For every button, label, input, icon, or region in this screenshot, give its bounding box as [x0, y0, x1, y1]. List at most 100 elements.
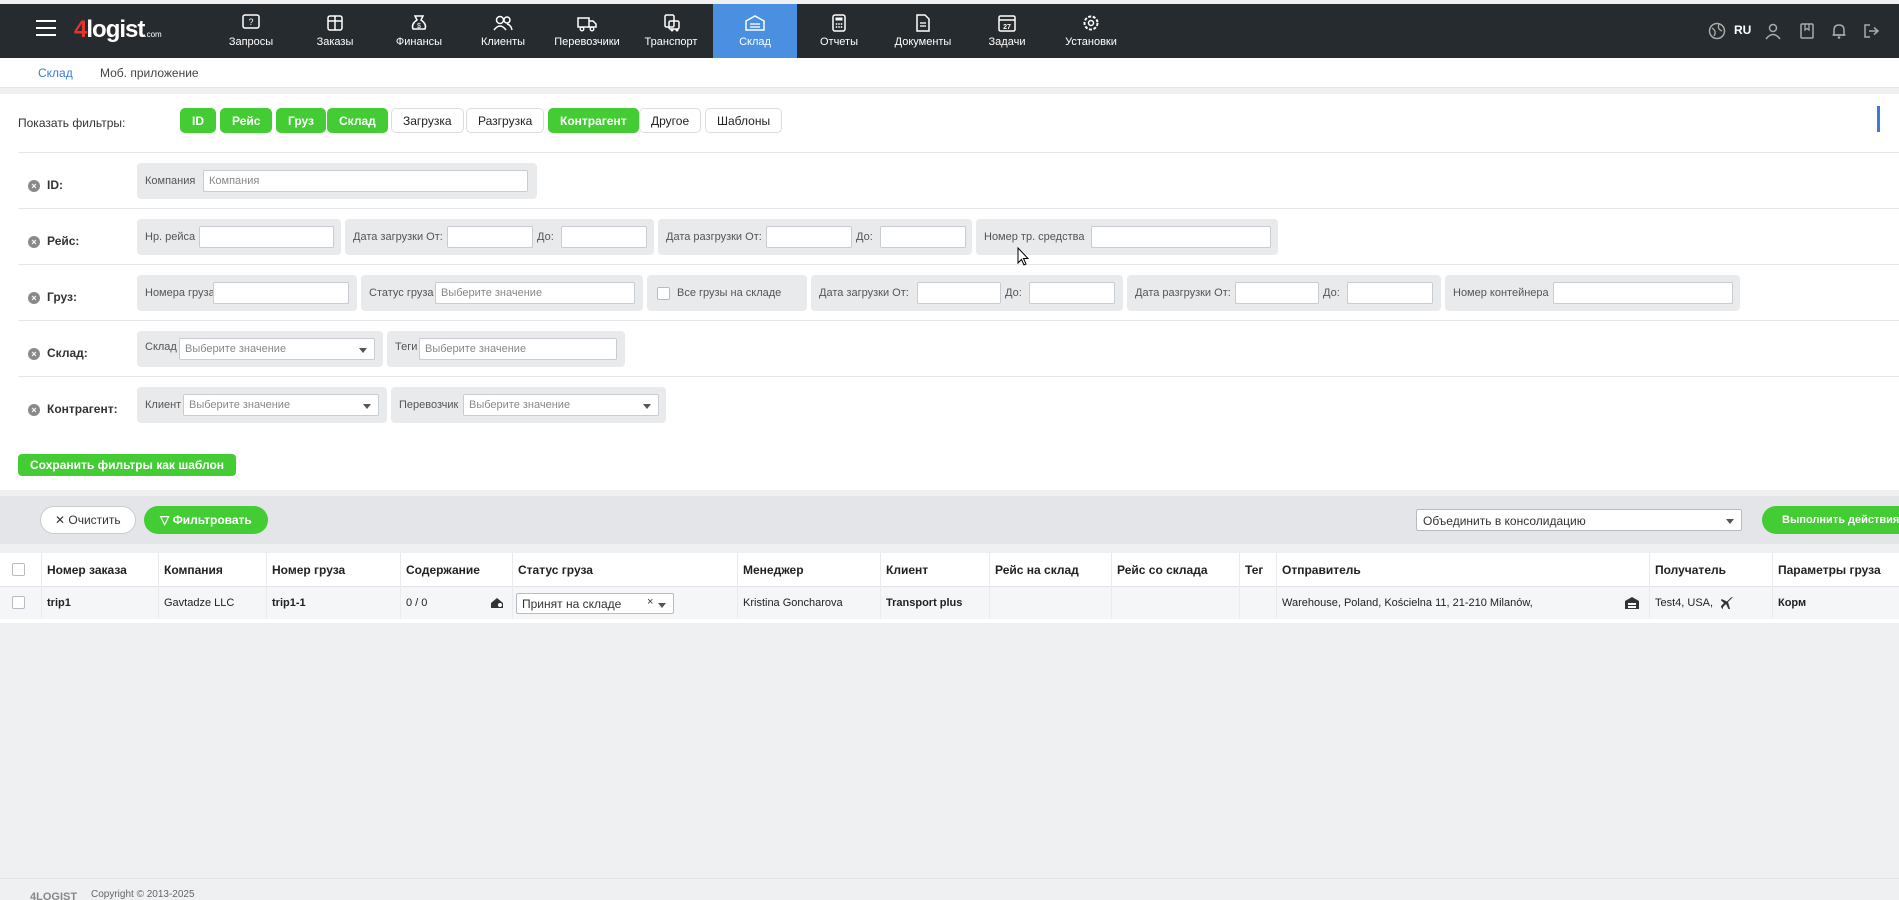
nav-orders[interactable]: Заказы	[293, 4, 377, 58]
all-in-warehouse-checkbox[interactable]	[657, 287, 670, 300]
warehouse-select[interactable]: Выберите значение	[179, 338, 375, 360]
nav-transport[interactable]: Транспорт	[629, 4, 713, 58]
menu-icon[interactable]	[36, 20, 56, 36]
col-sender[interactable]: Отправитель	[1277, 553, 1650, 587]
subtab-warehouse[interactable]: Склад	[38, 66, 73, 80]
vehicle-no-input[interactable]	[1091, 226, 1271, 248]
col-cargo-status[interactable]: Статус груза	[513, 553, 738, 587]
user-icon[interactable]	[1764, 22, 1782, 40]
unload-date-to-input[interactable]	[880, 226, 966, 248]
cargo-load-to-input[interactable]	[1029, 282, 1115, 304]
documents-icon	[916, 14, 930, 32]
nav-reports[interactable]: Отчеты	[797, 4, 881, 58]
house-gear-icon[interactable]	[490, 597, 504, 609]
subtab-mobile-app[interactable]: Моб. приложение	[100, 66, 199, 80]
load-date-to-input[interactable]	[561, 226, 647, 248]
filter-toggle-templates[interactable]: Шаблоны	[705, 108, 783, 133]
nav-carriers[interactable]: Перевозчики	[545, 4, 629, 58]
filter-button[interactable]: ▽ Фильтровать	[144, 506, 268, 534]
consolidation-select[interactable]: Объединить в консолидацию	[1416, 509, 1742, 531]
carrier-select[interactable]: Выберите значение	[463, 394, 659, 416]
cargo-unload-from-input[interactable]	[1235, 282, 1319, 304]
row-checkbox[interactable]	[12, 596, 25, 609]
cell-order-no[interactable]: trip1	[42, 587, 159, 619]
col-receiver[interactable]: Получатель	[1650, 553, 1773, 587]
bookmark-book-icon[interactable]	[1798, 22, 1816, 40]
nav-tasks[interactable]: 27 Задачи	[965, 4, 1049, 58]
remove-filter-icon[interactable]: ×	[28, 404, 40, 416]
filter-row-label: Склад:	[47, 346, 88, 360]
language-switch[interactable]: RU	[1734, 23, 1751, 37]
col-trip-out[interactable]: Рейс со склада	[1112, 553, 1240, 587]
svg-text:27: 27	[1003, 24, 1011, 31]
filter-toggle-cargo[interactable]: Груз	[276, 108, 326, 133]
select-all-checkbox[interactable]	[12, 563, 25, 576]
cargo-load-from-input[interactable]	[917, 282, 1001, 304]
nav-requests[interactable]: ? Запросы	[209, 4, 293, 58]
col-tag[interactable]: Тег	[1240, 553, 1277, 587]
clear-selection-icon[interactable]: ×	[647, 596, 653, 608]
nav-label: Отчеты	[819, 36, 859, 48]
logo[interactable]: 4logist.com	[74, 16, 162, 44]
filter-toggle-counterparty[interactable]: Контрагент	[548, 108, 639, 133]
cell-sender: Warehouse, Poland, Kościelna 11, 21-210 …	[1277, 587, 1650, 619]
nav-finance[interactable]: $ Финансы	[377, 4, 461, 58]
cell-manager: Kristina Goncharova	[738, 587, 881, 619]
company-input[interactable]: Компания	[203, 170, 528, 192]
remove-filter-icon[interactable]: ×	[28, 292, 40, 304]
execute-actions-button[interactable]: Выполнить действия	[1762, 506, 1899, 534]
cargo-unload-to-input[interactable]	[1347, 282, 1433, 304]
filter-toggle-unloading[interactable]: Разгрузка	[466, 108, 545, 133]
cargo-no-input[interactable]	[213, 282, 349, 304]
filter-toggle-other[interactable]: Другое	[639, 108, 702, 133]
to-label: До:	[537, 231, 554, 243]
filter-toggle-warehouse[interactable]: Склад	[327, 108, 388, 133]
remove-filter-icon[interactable]: ×	[28, 236, 40, 248]
remove-filter-icon[interactable]: ×	[28, 180, 40, 192]
remove-filter-icon[interactable]: ×	[28, 348, 40, 360]
nav-label: Перевозчики	[554, 36, 620, 48]
nav-clients[interactable]: Клиенты	[461, 4, 545, 58]
unload-date-from-input[interactable]	[766, 226, 852, 248]
col-cargo-no[interactable]: Номер груза	[267, 553, 401, 587]
settings-icon	[1083, 15, 1099, 31]
col-manager[interactable]: Менеджер	[738, 553, 881, 587]
globe-icon[interactable]	[1708, 22, 1726, 40]
table-row[interactable]: trip1 Gavtadze LLC trip1-1 0 / 0 Принят …	[0, 587, 1899, 619]
container-no-input[interactable]	[1553, 282, 1733, 304]
col-client[interactable]: Клиент	[881, 553, 990, 587]
save-filters-template-button[interactable]: Сохранить фильтры как шаблон	[18, 454, 237, 476]
cargo-status-select[interactable]: Принят на складе ×	[516, 593, 674, 614]
load-date-from-input[interactable]	[447, 226, 533, 248]
cargo-no-group: Номера груза	[137, 275, 357, 311]
clear-button[interactable]: ✕ Очистить	[40, 506, 136, 534]
col-order-no[interactable]: Номер заказа	[42, 553, 159, 587]
tags-label: Теги	[395, 341, 418, 353]
clients-icon	[493, 15, 513, 31]
logout-icon[interactable]	[1862, 22, 1880, 40]
cargo-status-select[interactable]: Выберите значение	[435, 282, 635, 304]
cell-client[interactable]: Transport plus	[881, 587, 990, 619]
col-company[interactable]: Компания	[159, 553, 267, 587]
all-in-warehouse-label: Все грузы на складе	[677, 287, 782, 299]
col-trip-in[interactable]: Рейс на склад	[990, 553, 1112, 587]
cargo-status-label: Статус груза	[369, 287, 434, 299]
col-cargo-params[interactable]: Параметры груза	[1773, 553, 1899, 587]
filter-toggle-trip[interactable]: Рейс	[220, 108, 273, 133]
side-panel-tab[interactable]	[1877, 106, 1899, 132]
tags-select[interactable]: Выберите значение	[419, 338, 617, 360]
trip-no-input[interactable]	[199, 226, 334, 248]
nav-settings[interactable]: Установки	[1049, 4, 1133, 58]
nav-documents[interactable]: Документы	[881, 4, 965, 58]
cell-cargo-no[interactable]: trip1-1	[267, 587, 401, 619]
tasks-icon: 27	[998, 15, 1016, 32]
filter-toggle-id[interactable]: ID	[180, 108, 216, 133]
bell-icon[interactable]	[1830, 22, 1848, 40]
warehouse-icon	[1625, 597, 1639, 609]
filter-toggle-loading[interactable]: Загрузка	[391, 108, 464, 133]
to-label: До:	[1005, 287, 1022, 299]
client-select[interactable]: Выберите значение	[183, 394, 379, 416]
nav-label: Транспорт	[644, 36, 698, 48]
nav-warehouse[interactable]: Склад	[713, 4, 797, 58]
col-content[interactable]: Содержание	[401, 553, 513, 587]
